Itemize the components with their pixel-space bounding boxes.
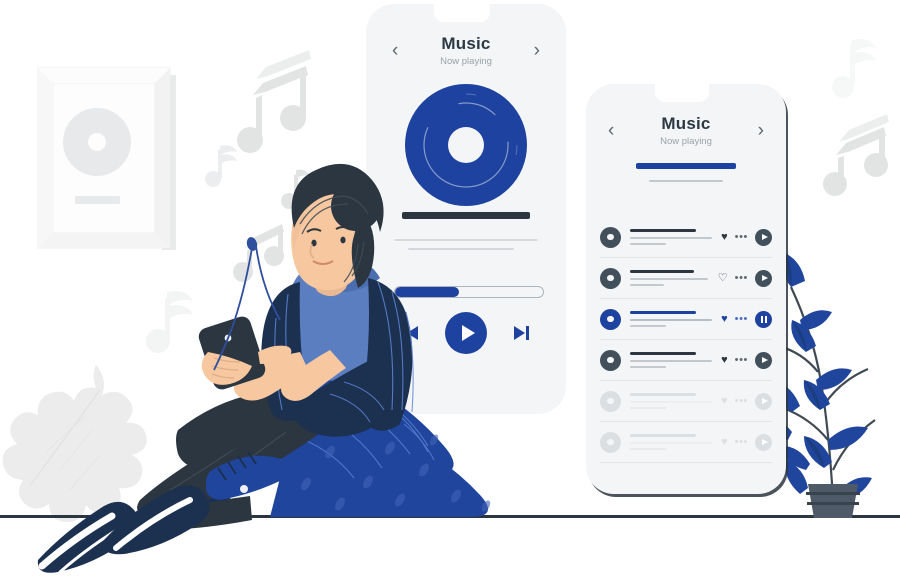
- eye: [340, 236, 346, 244]
- woman-with-phone: [37, 163, 491, 574]
- shoe-eyelet: [240, 485, 248, 493]
- hair-bun: [331, 181, 381, 231]
- illustration-canvas: ‹ Music Now playing › ‹ Music Now playin…: [0, 0, 900, 580]
